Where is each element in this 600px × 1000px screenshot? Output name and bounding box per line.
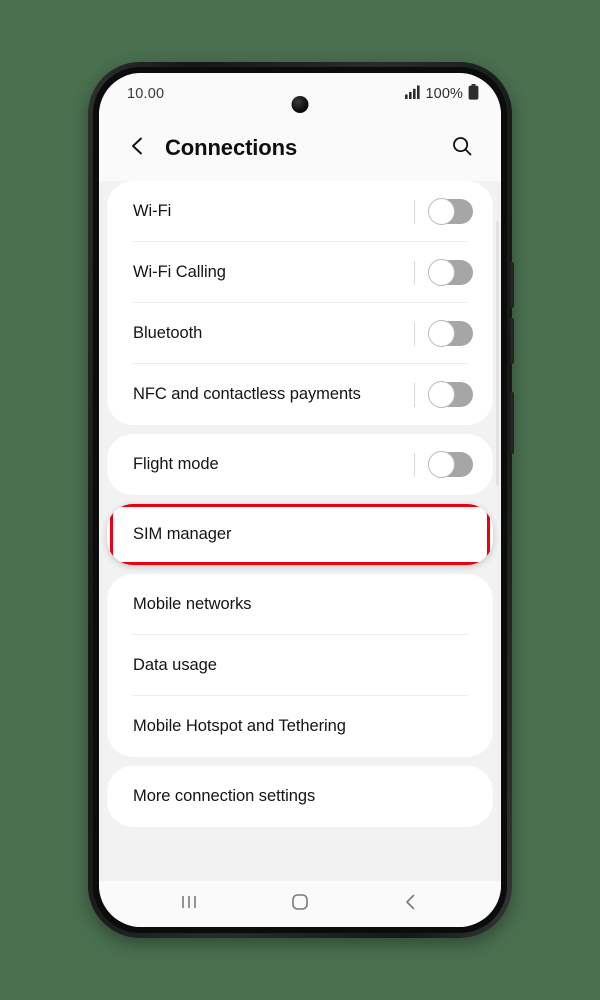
settings-list-scroll-area[interactable]: Wi-Fi Wi-Fi Calling Bluetooth NFC and co… — [99, 181, 501, 881]
back-icon — [400, 891, 422, 918]
row-label: More connection settings — [133, 787, 316, 805]
row-label: Mobile networks — [133, 595, 252, 613]
row-label: SIM manager — [133, 525, 232, 543]
settings-group-mobile: Mobile networks Data usage Mobile Hotspo… — [107, 574, 493, 757]
chevron-left-icon — [127, 135, 149, 162]
toggle-separator — [414, 382, 415, 407]
row-label: Flight mode — [133, 455, 219, 473]
settings-row-mobile-hotspot[interactable]: Mobile Hotspot and Tethering — [107, 696, 493, 757]
toggle-knob — [428, 320, 455, 347]
toggle-area — [414, 198, 473, 225]
toggle-flight-mode[interactable] — [428, 451, 473, 478]
status-bar-indicators: 100% — [404, 83, 480, 105]
toggle-area — [414, 259, 473, 286]
toggle-nfc[interactable] — [428, 381, 473, 408]
phone-device-frame: 10.00 100% Connections Wi-Fi Wi-Fi Calli… — [88, 62, 514, 938]
toggle-separator — [414, 452, 415, 477]
page-title: Connections — [165, 135, 298, 160]
system-navigation-bar — [99, 881, 501, 927]
phone-screen: 10.00 100% Connections Wi-Fi Wi-Fi Calli… — [99, 73, 501, 927]
toggle-separator — [414, 260, 415, 285]
power-button[interactable] — [510, 392, 514, 454]
toggle-separator — [414, 199, 415, 224]
settings-row-nfc[interactable]: NFC and contactless payments — [107, 364, 493, 425]
settings-row-bluetooth[interactable]: Bluetooth — [107, 303, 493, 364]
toggle-area — [414, 381, 473, 408]
row-label: Mobile Hotspot and Tethering — [133, 717, 346, 735]
settings-row-wifi-calling[interactable]: Wi-Fi Calling — [107, 242, 493, 303]
toggle-knob — [428, 381, 455, 408]
settings-row-wifi[interactable]: Wi-Fi — [107, 181, 493, 242]
row-label: Wi-Fi — [133, 202, 172, 220]
settings-group-flight-mode: Flight mode — [107, 434, 493, 495]
settings-row-flight-mode[interactable]: Flight mode — [107, 434, 493, 495]
home-icon — [289, 891, 311, 918]
back-button[interactable] — [387, 885, 435, 923]
settings-group-sim-manager: SIM manager — [107, 504, 493, 565]
toggle-area — [414, 320, 473, 347]
scrollbar-thumb[interactable] — [496, 221, 499, 486]
toggle-wifi[interactable] — [428, 198, 473, 225]
volume-up-button[interactable] — [510, 262, 514, 308]
row-label: Bluetooth — [133, 324, 203, 342]
settings-row-more-connection-settings[interactable]: More connection settings — [107, 766, 493, 827]
search-icon — [451, 135, 473, 162]
toggle-area — [414, 451, 473, 478]
settings-row-sim-manager[interactable]: SIM manager — [107, 504, 493, 565]
signal-bars-icon — [404, 85, 422, 104]
settings-row-data-usage[interactable]: Data usage — [107, 635, 493, 696]
status-bar-clock: 10.00 — [127, 86, 165, 102]
battery-percentage-label: 100% — [425, 86, 463, 102]
toggle-knob — [428, 451, 455, 478]
home-button[interactable] — [276, 885, 324, 923]
recents-button[interactable] — [165, 885, 213, 923]
toggle-wifi-calling[interactable] — [428, 259, 473, 286]
toggle-knob — [428, 259, 455, 286]
toggle-knob — [428, 198, 455, 225]
app-bar: Connections — [99, 115, 501, 181]
settings-group-wireless: Wi-Fi Wi-Fi Calling Bluetooth NFC and co… — [107, 181, 493, 425]
settings-row-mobile-networks[interactable]: Mobile networks — [107, 574, 493, 635]
battery-full-icon — [468, 83, 479, 105]
recents-icon — [178, 892, 200, 917]
search-button[interactable] — [445, 131, 479, 165]
back-navigation-button[interactable] — [121, 131, 155, 165]
settings-group-more: More connection settings — [107, 766, 493, 827]
front-camera-punch-hole — [291, 96, 309, 113]
row-label: Data usage — [133, 656, 217, 674]
toggle-separator — [414, 321, 415, 346]
row-label: Wi-Fi Calling — [133, 263, 226, 281]
volume-down-button[interactable] — [510, 318, 514, 364]
row-label: NFC and contactless payments — [133, 385, 361, 403]
toggle-bluetooth[interactable] — [428, 320, 473, 347]
